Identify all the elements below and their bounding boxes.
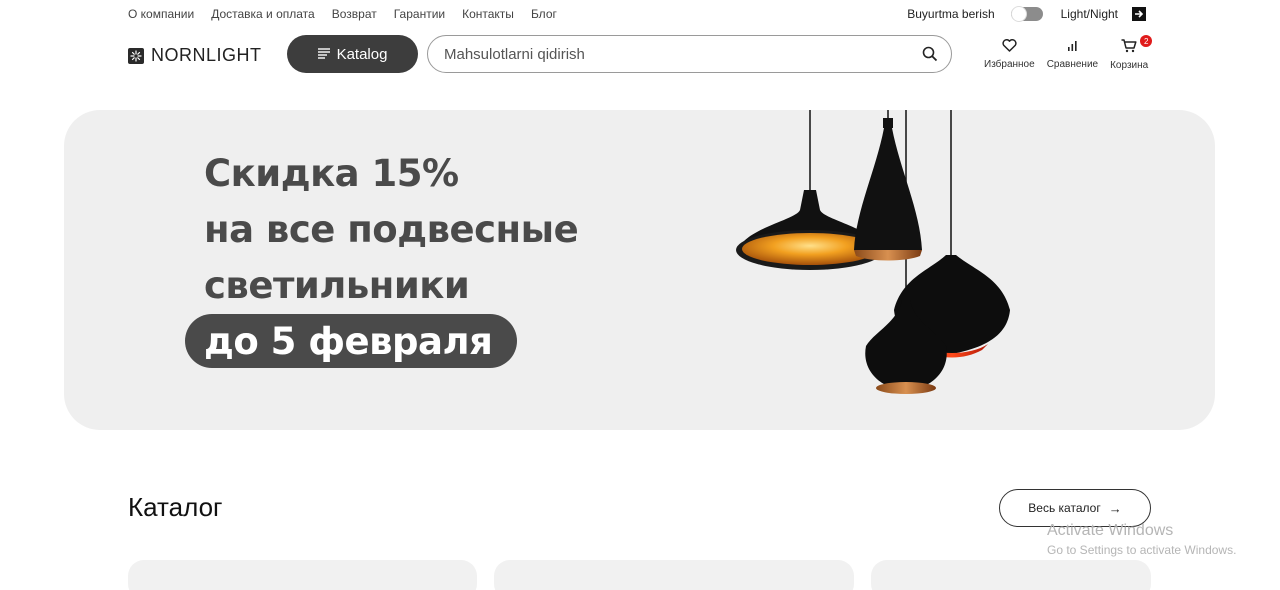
link-returns[interactable]: Возврат bbox=[332, 7, 377, 21]
all-catalog-label: Весь каталог bbox=[1028, 501, 1101, 515]
favorites-label: Избранное bbox=[984, 59, 1035, 70]
header: NORNLIGHT Katalog Избранное Сравнение bbox=[0, 35, 1280, 73]
promo-line-2: на все подвесные bbox=[204, 208, 579, 251]
cart-icon bbox=[1121, 39, 1137, 58]
catalog-card[interactable] bbox=[128, 560, 477, 590]
catalog-card[interactable] bbox=[494, 560, 854, 590]
toggle-knob bbox=[1010, 6, 1027, 22]
search-box bbox=[427, 35, 952, 73]
cart-count-badge: 2 bbox=[1140, 35, 1153, 47]
pendant-lamps-image bbox=[736, 110, 1010, 394]
link-guarantee[interactable]: Гарантии bbox=[394, 7, 445, 21]
theme-label: Light/Night bbox=[1060, 7, 1118, 21]
link-about[interactable]: О компании bbox=[128, 7, 194, 21]
top-right: Buyurtma berish Light/Night bbox=[907, 5, 1146, 23]
catalog-button-label: Katalog bbox=[336, 45, 388, 63]
top-bar: О компании Доставка и оплата Возврат Гар… bbox=[0, 0, 1280, 28]
favorites-button[interactable]: Избранное bbox=[984, 39, 1035, 71]
watermark-title: Activate Windows bbox=[1047, 522, 1174, 539]
promo-text: Скидка 15% на все подвесные светильники bbox=[204, 146, 579, 314]
theme-toggle[interactable] bbox=[1010, 6, 1043, 22]
search-input[interactable] bbox=[444, 45, 904, 63]
logo-text: NORNLIGHT bbox=[151, 45, 262, 65]
header-icons: Избранное Сравнение 2 Корзина bbox=[984, 35, 1160, 71]
promo-line-1: Скидка 15% bbox=[204, 152, 459, 195]
link-contacts[interactable]: Контакты bbox=[462, 7, 514, 21]
cart-label: Корзина bbox=[1110, 60, 1149, 71]
heart-icon bbox=[1002, 39, 1017, 57]
windows-activation-watermark: Activate Windows Go to Settings to activ… bbox=[1047, 522, 1236, 557]
top-links: О компании Доставка и оплата Возврат Гар… bbox=[128, 7, 574, 21]
promo-banner[interactable]: Скидка 15% на все подвесные светильники … bbox=[64, 110, 1215, 430]
menu-icon bbox=[317, 46, 330, 63]
catalog-button[interactable]: Katalog bbox=[287, 35, 418, 73]
promo-date-pill: до 5 февраля bbox=[185, 314, 517, 368]
catalog-card[interactable] bbox=[871, 560, 1151, 590]
watermark-subtitle: Go to Settings to activate Windows. bbox=[1047, 543, 1237, 557]
cart-button[interactable]: 2 Корзина bbox=[1110, 35, 1153, 71]
link-delivery[interactable]: Доставка и оплата bbox=[211, 7, 315, 21]
logo[interactable]: NORNLIGHT bbox=[128, 45, 262, 66]
arrow-right-icon: → bbox=[1108, 500, 1122, 516]
promo-line-3: светильники bbox=[204, 264, 470, 307]
logo-icon bbox=[128, 47, 144, 64]
bar-chart-icon bbox=[1066, 39, 1079, 57]
logout-icon[interactable] bbox=[1132, 7, 1146, 21]
search-icon[interactable] bbox=[922, 46, 938, 67]
compare-label: Сравнение bbox=[1046, 59, 1099, 70]
compare-button[interactable]: Сравнение bbox=[1047, 39, 1098, 71]
catalog-title: Каталог bbox=[128, 492, 223, 522]
order-link[interactable]: Buyurtma berish bbox=[907, 7, 994, 21]
link-blog[interactable]: Блог bbox=[531, 7, 557, 21]
